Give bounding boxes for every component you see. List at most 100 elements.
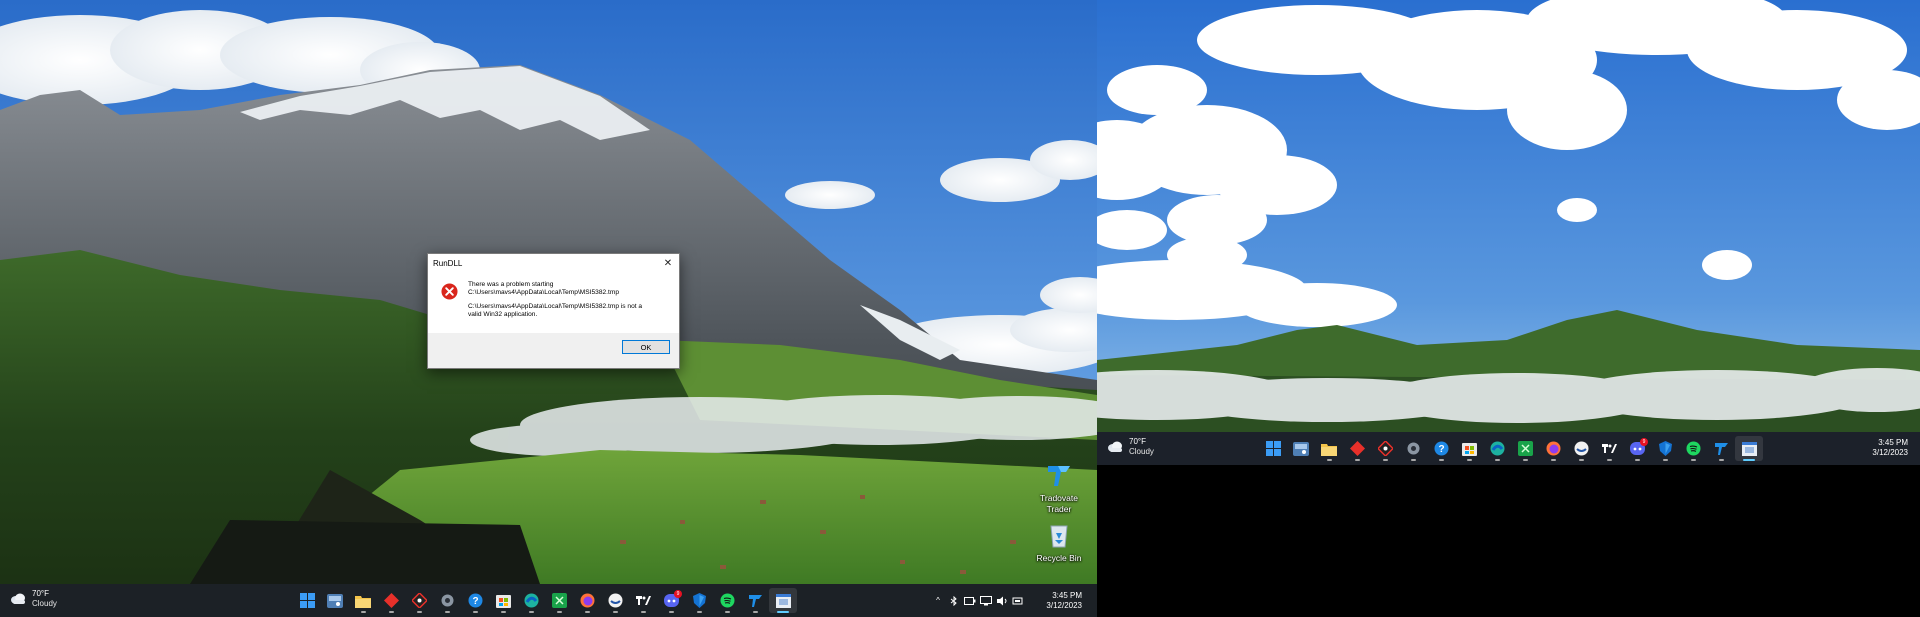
red-diamond-icon [1349,441,1365,457]
taskbar-app-store[interactable] [489,588,517,613]
running-indicator [724,611,730,613]
volume-icon[interactable] [994,593,1010,609]
help-icon: ? [467,593,483,609]
taskbar-app-red-app[interactable] [377,588,405,613]
taskbar-app-start[interactable] [1259,436,1287,461]
taskbar-app-edge[interactable] [1483,436,1511,461]
notification-badge: 9 [674,590,682,598]
running-indicator [1743,459,1755,461]
clock-time: 3:45 PM [1052,590,1082,600]
window-icon [775,593,791,609]
bluetooth-icon[interactable] [946,593,962,609]
taskbar-app-settings[interactable] [433,588,461,613]
running-indicator [1606,459,1612,461]
taskbar-app-file-explorer[interactable] [349,588,377,613]
tradovate-icon [1713,441,1729,457]
taskbar-app-settings[interactable] [1399,436,1427,461]
running-indicator [612,611,618,613]
taskbar-app-diamond-app[interactable] [1371,436,1399,461]
shield-icon [691,593,707,609]
close-icon[interactable]: ✕ [657,254,679,273]
taskbar-app-file-explorer[interactable] [1315,436,1343,461]
widgets-icon [1293,441,1309,457]
taskbar-app-widgets[interactable] [1287,436,1315,461]
tradingview-icon [635,593,651,609]
weather-temp: 70°F [32,589,49,598]
taskbar-app-tradingview[interactable] [1595,436,1623,461]
tradovate-icon [747,593,763,609]
taskbar-app-widgets[interactable] [321,588,349,613]
running-indicator [584,611,590,613]
network-icon[interactable] [978,593,994,609]
message-line: valid Win32 application. [468,310,538,318]
taskbar-app-white-circle-app[interactable] [601,588,629,613]
taskbar-app-firefox[interactable] [1539,436,1567,461]
running-indicator [1466,459,1472,461]
running-indicator [1690,459,1696,461]
clock-date: 3/12/2023 [1872,448,1908,457]
taskbar-app-help[interactable]: ? [461,588,489,613]
clock[interactable]: 3:45 PM 3/12/2023 [1858,438,1908,458]
taskbar-app-firefox[interactable] [573,588,601,613]
weather-condition: Cloudy [32,599,57,608]
taskbar-app-spotify[interactable] [1679,436,1707,461]
taskbar-apps: ? 9 [293,588,797,613]
weather-temp: 70°F [1129,437,1146,446]
green-app-icon [1517,441,1533,457]
taskbar-app-tradovate[interactable] [741,588,769,613]
svg-text:?: ? [472,596,478,607]
clock[interactable]: 3:45 PM 3/12/2023 [1036,591,1082,611]
taskbar-app-diamond-app[interactable] [405,588,433,613]
running-indicator [640,611,646,613]
store-icon [495,593,511,609]
firefox-icon [579,593,595,609]
cloud-icon [1108,441,1122,452]
running-indicator [1354,459,1360,461]
taskbar-app-defender[interactable] [1651,436,1679,461]
desktop-icon-recycle-bin[interactable]: Recycle Bin [1024,520,1094,564]
weather-widget[interactable]: 70°F Cloudy [1107,437,1154,456]
dialog-titlebar[interactable]: RunDLL ✕ [428,254,679,273]
folder-icon [355,593,371,609]
taskbar-app-white-circle-app[interactable] [1567,436,1595,461]
taskbar-app-edge[interactable] [517,588,545,613]
edge-icon [523,593,539,609]
taskbar-app-help[interactable]: ? [1427,436,1455,461]
running-indicator [360,611,366,613]
gear-icon [439,593,455,609]
taskbar-app-green-app[interactable] [1511,436,1539,461]
running-indicator [1662,459,1668,461]
taskbar-app-green-app[interactable] [545,588,573,613]
dialog-title: RunDLL [433,259,463,268]
system-tray: ^ 3:45 PM 3/12/2023 [930,584,1082,617]
taskbar-app-red-app[interactable] [1343,436,1371,461]
dialog-footer: OK [428,333,679,368]
message-line: C:\Users\mavs4\AppData\Local\Temp\MSI538… [468,303,643,311]
weather-widget[interactable]: 70°F Cloudy [10,589,57,608]
desktop-icon-tradovate[interactable]: Tradovate Trader [1024,460,1094,515]
running-indicator [472,611,478,613]
taskbar-app-active-window[interactable] [1735,436,1763,461]
error-icon [441,283,458,300]
circle-app-icon [607,593,623,609]
running-indicator [388,611,394,613]
taskbar-app-start[interactable] [293,588,321,613]
taskbar-app-store[interactable] [1455,436,1483,461]
chevron-up-icon[interactable]: ^ [930,593,946,609]
taskbar-app-defender[interactable] [685,588,713,613]
taskbar-app-discord[interactable]: 9 [657,588,685,613]
running-indicator [1578,459,1584,461]
taskbar-app-spotify[interactable] [713,588,741,613]
taskbar-app-discord[interactable]: 9 [1623,436,1651,461]
taskbar-app-tradingview[interactable] [629,588,657,613]
taskbar-app-tradovate[interactable] [1707,436,1735,461]
battery-icon[interactable] [962,593,978,609]
power-plug-icon[interactable] [1010,593,1026,609]
running-indicator [1382,459,1388,461]
running-indicator [444,611,450,613]
running-indicator [1326,459,1332,461]
windows-start-icon [299,593,315,609]
gear-icon [1405,441,1421,457]
ok-button[interactable]: OK [622,340,670,354]
taskbar-app-active-window[interactable] [769,588,797,613]
